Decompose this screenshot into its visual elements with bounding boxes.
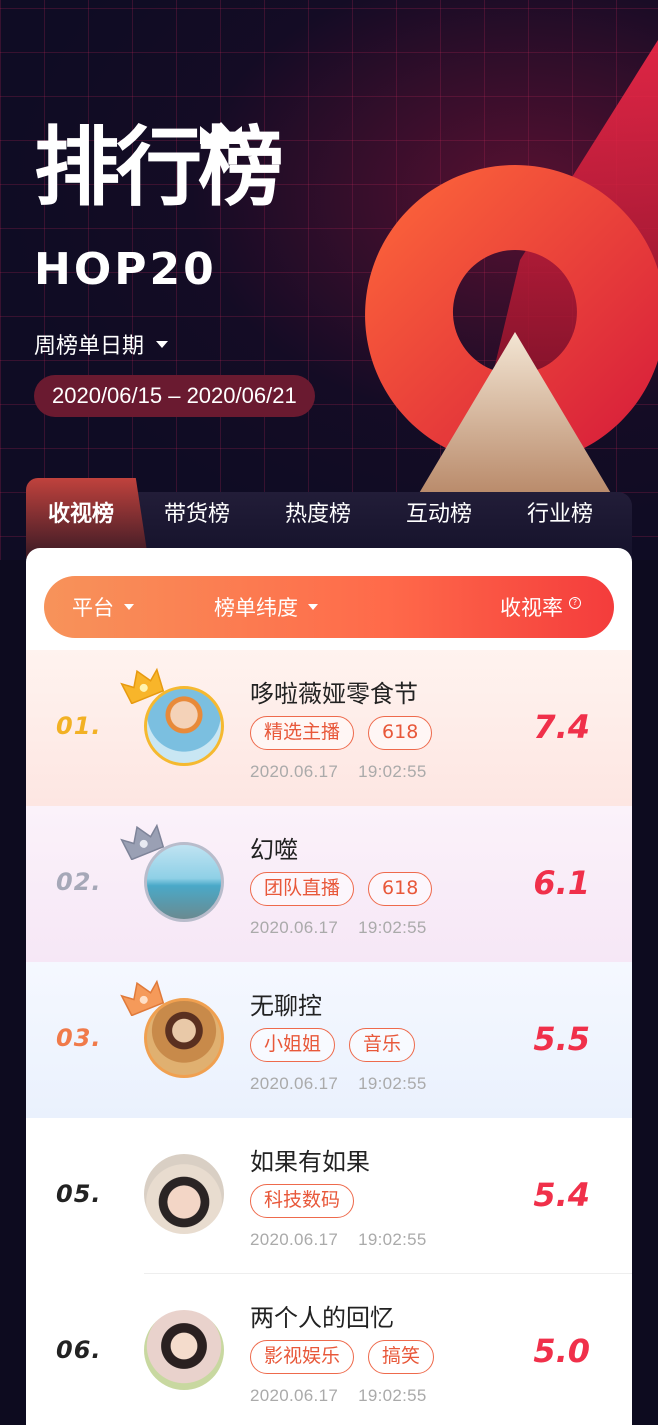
rating-score: 6.1: [533, 864, 590, 902]
platform-filter-label: 平台: [72, 596, 114, 620]
period-label: 周榜单日期: [34, 334, 145, 359]
rating-score: 7.4: [533, 708, 590, 746]
platform-filter[interactable]: 平台: [72, 592, 134, 622]
bronze-crown-icon: [120, 979, 165, 1016]
streamer-name: 两个人的回忆: [250, 1304, 394, 1332]
help-icon[interactable]: ?: [569, 597, 581, 609]
date-text: 2020.06.17: [250, 1230, 339, 1249]
tag-list: 小姐姐 音乐: [250, 1028, 416, 1062]
rating-score: 5.5: [533, 1020, 590, 1058]
timestamp: 2020.06.17 19:02:55: [250, 1230, 427, 1250]
date-text: 2020.06.17: [250, 918, 339, 937]
avatar-container: [120, 979, 224, 1078]
tag[interactable]: 影视娱乐: [250, 1340, 355, 1374]
tag[interactable]: 科技数码: [250, 1184, 355, 1218]
date-text: 2020.06.17: [250, 762, 339, 781]
streamer-name: 哆啦薇娅零食节: [250, 680, 418, 708]
tab-industry[interactable]: 行业榜: [527, 492, 593, 538]
avatar: [144, 1310, 224, 1390]
avatar: [144, 1154, 224, 1234]
streamer-name: 幻噬: [250, 836, 298, 864]
hero-banner: 排行榜 HOP20 周榜单日期 2020/06/15 – 2020/06/21: [0, 0, 658, 560]
rating-score: 5.0: [533, 1332, 590, 1370]
list-item[interactable]: 02. 幻噬 团队直播 618 2020.06.17 19:02:55 6.1: [26, 806, 632, 962]
rank-number: 01.: [56, 712, 102, 740]
time-text: 19:02:55: [358, 1074, 427, 1093]
timestamp: 2020.06.17 19:02:55: [250, 1074, 427, 1094]
rank-number: 05.: [56, 1180, 102, 1208]
time-text: 19:02:55: [358, 1230, 427, 1249]
tab-sales[interactable]: 带货榜: [164, 492, 230, 538]
page-subtitle: HOP20: [34, 244, 217, 295]
caret-down-icon: [156, 340, 169, 348]
timestamp: 2020.06.17 19:02:55: [250, 918, 427, 938]
list-item[interactable]: 01. 哆啦薇娅零食节 精选主播 618 2020.06.17 19:02:55 …: [26, 650, 632, 806]
tag-list: 影视娱乐 搞笑: [250, 1340, 435, 1374]
streamer-name: 如果有如果: [250, 1148, 370, 1176]
timestamp: 2020.06.17 19:02:55: [250, 762, 427, 782]
filter-bar: 平台 榜单纬度 收视率 ?: [44, 576, 614, 638]
list-item[interactable]: 03. 无聊控 小姐姐 音乐 2020.06.17 19:02:55 5.5: [26, 962, 632, 1118]
tab-interaction[interactable]: 互动榜: [406, 492, 472, 538]
tag-list: 团队直播 618: [250, 872, 433, 906]
time-text: 19:02:55: [358, 762, 427, 781]
tag[interactable]: 618: [368, 716, 433, 750]
caret-down-icon: [308, 604, 318, 610]
tag[interactable]: 搞笑: [368, 1340, 435, 1374]
avatar-container: [120, 823, 224, 922]
ranking-card: 平台 榜单纬度 收视率 ? 01. 哆啦薇娅零食节 精选主播 618 2020.…: [26, 548, 632, 1425]
time-text: 19:02:55: [358, 1386, 427, 1405]
tag[interactable]: 音乐: [349, 1028, 416, 1062]
rating-score: 5.4: [533, 1176, 590, 1214]
dimension-filter-label: 榜单纬度: [214, 596, 298, 620]
title-crown-icon: [200, 122, 242, 144]
tag[interactable]: 小姐姐: [250, 1028, 336, 1062]
avatar-container: [144, 1310, 224, 1390]
tag-list: 精选主播 618: [250, 716, 433, 750]
rank-number: 06.: [56, 1336, 102, 1364]
period-selector[interactable]: 周榜单日期: [34, 328, 169, 360]
tab-ratings[interactable]: 收视榜: [26, 478, 148, 558]
tag[interactable]: 精选主播: [250, 716, 355, 750]
list-item[interactable]: 06. 两个人的回忆 影视娱乐 搞笑 2020.06.17 19:02:55 5.…: [26, 1274, 632, 1425]
tag-list: 科技数码: [250, 1184, 355, 1218]
rank-number: 02.: [56, 868, 102, 896]
tab-popularity[interactable]: 热度榜: [285, 492, 351, 538]
time-text: 19:02:55: [358, 918, 427, 937]
caret-down-icon: [124, 604, 134, 610]
avatar-container: [144, 1154, 224, 1234]
silver-crown-icon: [120, 823, 165, 860]
date-range-pill[interactable]: 2020/06/15 – 2020/06/21: [34, 375, 315, 417]
metric-sort[interactable]: 收视率 ?: [500, 592, 581, 622]
tag[interactable]: 团队直播: [250, 872, 355, 906]
date-text: 2020.06.17: [250, 1386, 339, 1405]
streamer-name: 无聊控: [250, 992, 322, 1020]
dimension-filter[interactable]: 榜单纬度: [214, 592, 318, 622]
tag[interactable]: 618: [368, 872, 433, 906]
list-item[interactable]: 05. 如果有如果 科技数码 2020.06.17 19:02:55 5.4: [26, 1118, 632, 1274]
gold-crown-icon: [120, 667, 165, 704]
avatar-container: [120, 667, 224, 766]
rank-number: 03.: [56, 1024, 102, 1052]
timestamp: 2020.06.17 19:02:55: [250, 1386, 427, 1406]
metric-label: 收视率: [500, 596, 563, 620]
date-text: 2020.06.17: [250, 1074, 339, 1093]
